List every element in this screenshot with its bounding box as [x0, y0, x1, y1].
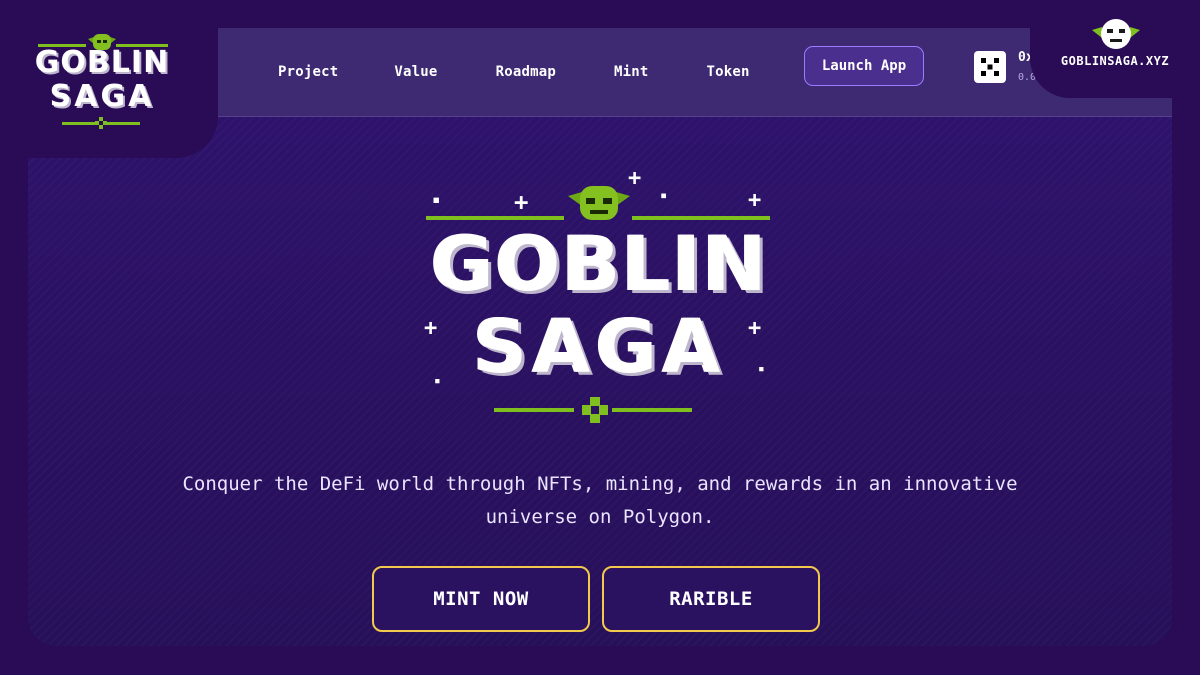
corner-logo-line2: SAGA — [49, 79, 155, 114]
sparkle-icon: + — [748, 188, 762, 213]
sparkle-icon: + — [628, 166, 642, 191]
hero-title-line2: SAGA — [473, 304, 727, 390]
hero-title-line1: GOBLIN — [431, 219, 769, 308]
site-url-tab[interactable]: GOBLINSAGA.XYZ — [1030, 0, 1200, 98]
site-url: GOBLINSAGA.XYZ — [1060, 54, 1170, 68]
rarible-button[interactable]: RARIBLE — [602, 566, 820, 632]
hero-tagline-line1: Conquer the DeFi world through NFTs, min… — [182, 473, 1018, 495]
goblin-head-icon — [568, 186, 630, 220]
corner-logo-tab[interactable]: GOBLIN SAGA — [0, 0, 218, 158]
goblin-mask-icon — [1092, 19, 1140, 49]
emblem-icon — [95, 117, 107, 129]
emblem-icon — [582, 397, 608, 423]
corner-logo-line1: GOBLIN — [34, 45, 170, 80]
sparkle-icon: ▪ — [660, 188, 668, 202]
hero-logo-line-bottom-left — [494, 408, 574, 412]
hero-logo-line-bottom-right — [612, 408, 692, 412]
hero-tagline-line2: universe on Polygon. — [485, 506, 715, 528]
sparkle-icon: + — [514, 188, 529, 216]
sparkle-icon: ▪ — [432, 192, 441, 208]
mint-now-button[interactable]: MINT NOW — [372, 566, 590, 632]
